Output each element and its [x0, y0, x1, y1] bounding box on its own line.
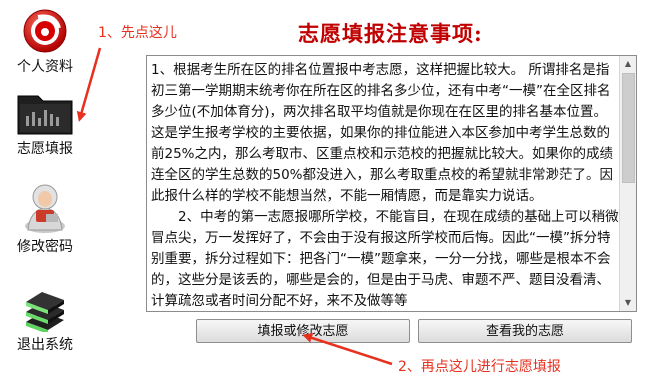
sidebar: 个人资料 志愿填报 修改密码 退出系统: [0, 0, 90, 391]
apply-or-edit-button[interactable]: 填报或修改志愿: [196, 319, 410, 343]
folder-icon: [17, 95, 73, 135]
sidebar-item-label: 个人资料: [17, 59, 73, 75]
sidebar-item-password[interactable]: 修改密码: [0, 180, 90, 256]
scroll-up-arrow-icon[interactable]: ▲: [620, 56, 636, 72]
sidebar-item-label: 修改密码: [17, 239, 73, 255]
notice-paragraph: 2、中考的第一志愿报哪所学校，不能盲目，在现在成绩的基础上可以稍微冒点尖，万一发…: [151, 209, 619, 309]
scrollbar-thumb[interactable]: [622, 73, 635, 183]
books-icon: [26, 292, 64, 332]
sidebar-item-profile[interactable]: 个人资料: [0, 8, 90, 76]
notice-text: 1、根据考生所在区的排名位置报中考志愿，这样把握比较大。 所谓排名是指初三第一学…: [151, 60, 619, 311]
sidebar-item-logout[interactable]: 退出系统: [0, 286, 90, 354]
notice-paragraph: 1、根据考生所在区的排名位置报中考志愿，这样把握比较大。 所谓排名是指初三第一学…: [151, 62, 614, 204]
scroll-down-arrow-icon[interactable]: ▼: [620, 295, 636, 311]
logo-badge-icon: [23, 9, 67, 53]
view-my-choices-button[interactable]: 查看我的志愿: [418, 319, 632, 343]
sidebar-item-label: 退出系统: [17, 337, 73, 353]
sidebar-item-apply[interactable]: 志愿填报: [0, 90, 90, 158]
vertical-scrollbar[interactable]: ▲ ▼: [619, 56, 636, 311]
sidebar-item-label: 志愿填报: [17, 141, 73, 157]
user-avatar-icon: [25, 184, 65, 233]
annotation-first: 1、先点这儿: [98, 25, 177, 41]
page-title: 志愿填报注意事项:: [298, 21, 483, 46]
annotation-second: 2、再点这儿进行志愿填报: [398, 359, 561, 375]
notice-textarea[interactable]: 1、根据考生所在区的排名位置报中考志愿，这样把握比较大。 所谓排名是指初三第一学…: [146, 55, 637, 312]
